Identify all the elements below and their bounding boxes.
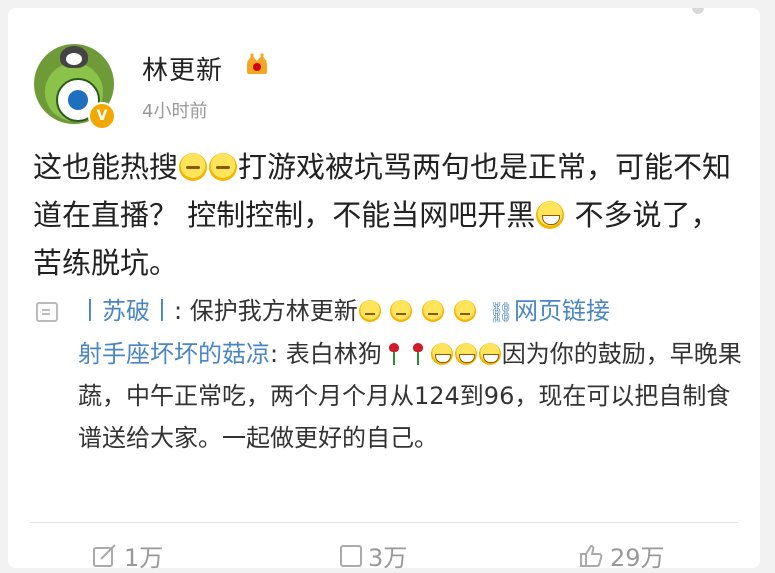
link-icon[interactable]: ⛓: [489, 300, 514, 324]
comment-separator: :: [270, 340, 286, 368]
like-count: 29万: [610, 544, 665, 572]
avatar-dog-graphic: [60, 46, 88, 68]
repost-icon: [93, 543, 116, 567]
blank-face-emoji-icon: [390, 300, 413, 322]
post-text-part-1: 这也能热搜: [33, 150, 179, 184]
crown-icon[interactable]: [244, 52, 270, 76]
repost-button[interactable]: 1万: [92, 538, 163, 573]
post-body: 这也能热搜 打游戏被坑骂两句也是正常，可能不知道在直播？ 控制控制，不能当网吧开黑…: [33, 143, 738, 287]
laugh-cry-emoji-icon: [536, 201, 565, 229]
comment-username[interactable]: 射手座坏坏的菇凉: [78, 340, 270, 368]
comment-section: 丨苏破丨: 保护我方林更新 ⛓网页链接 射手座坏坏的菇凉: 表白林狗 因为你的鼓励…: [30, 290, 742, 459]
comment-text: 保护我方林更新: [189, 297, 358, 325]
comment-button[interactable]: 3万: [340, 538, 407, 573]
comment-icon: [340, 544, 362, 567]
blank-face-emoji-icon: [358, 300, 381, 322]
grin-emoji-icon: [478, 343, 501, 365]
comment-separator: :: [174, 297, 190, 325]
repost-count: 1万: [124, 544, 164, 572]
sweat-smile-emoji-icon: [179, 153, 208, 181]
like-button[interactable]: 29万: [578, 538, 665, 573]
username[interactable]: 林更新: [142, 50, 223, 87]
blank-face-emoji-icon: [453, 300, 476, 322]
rose-emoji-icon: [412, 343, 424, 365]
comment-count: 3万: [368, 544, 408, 572]
footer-divider: [30, 522, 738, 523]
comment-text-a: 表白林狗: [285, 340, 382, 368]
comment-username[interactable]: 丨苏破丨: [78, 297, 174, 325]
comment-item: 射手座坏坏的菇凉: 表白林狗 因为你的鼓励，早晚果蔬，中午正常吃，两个月个月从12…: [30, 333, 742, 459]
web-link[interactable]: 网页链接: [514, 297, 610, 325]
top-handle: [692, 8, 704, 14]
grin-emoji-icon: [454, 343, 477, 365]
weibo-post-card: [8, 8, 760, 568]
rose-emoji-icon: [388, 343, 400, 365]
comment-item: 丨苏破丨: 保护我方林更新 ⛓网页链接: [30, 290, 742, 333]
thumbs-up-icon: [580, 544, 603, 567]
verified-badge-icon: V: [88, 102, 116, 130]
post-timestamp: 4小时前: [142, 101, 208, 122]
sweat-smile-emoji-icon: [209, 153, 238, 181]
grin-emoji-icon: [430, 343, 453, 365]
blank-face-emoji-icon: [422, 300, 444, 322]
